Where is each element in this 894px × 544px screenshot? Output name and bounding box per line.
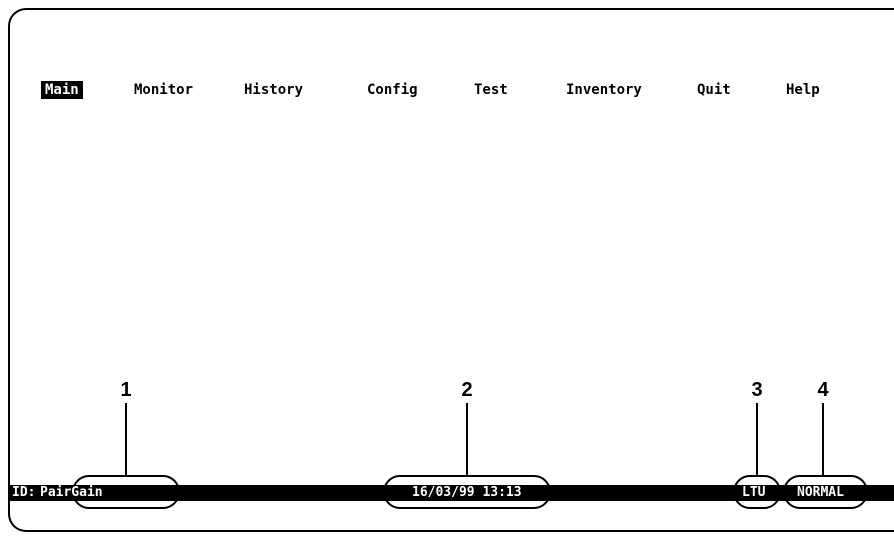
callout-line-3 — [756, 403, 758, 475]
menu-item-monitor[interactable]: Monitor — [130, 81, 197, 99]
callout-number-3: 3 — [751, 379, 763, 401]
callout-number-1: 1 — [120, 379, 132, 401]
menu-item-history[interactable]: History — [240, 81, 307, 99]
status-unit: LTU — [742, 485, 766, 500]
menu-item-inventory[interactable]: Inventory — [562, 81, 646, 99]
callout-line-4 — [822, 403, 824, 475]
menu-item-config[interactable]: Config — [363, 81, 422, 99]
main-menu-bar: Main Monitor History Config Test Invento… — [0, 81, 894, 99]
status-system-id: PairGain — [40, 485, 103, 500]
callout-line-1 — [125, 403, 127, 475]
status-id-prefix: ID: — [12, 485, 36, 500]
menu-item-quit[interactable]: Quit — [693, 81, 735, 99]
status-mode: NORMAL — [797, 485, 844, 500]
callout-line-2 — [466, 403, 468, 475]
callout-number-4: 4 — [817, 379, 829, 401]
menu-item-help[interactable]: Help — [782, 81, 824, 99]
callout-number-2: 2 — [461, 379, 473, 401]
menu-item-test[interactable]: Test — [470, 81, 512, 99]
menu-item-main[interactable]: Main — [41, 81, 83, 99]
status-datetime: 16/03/99 13:13 — [412, 485, 522, 500]
